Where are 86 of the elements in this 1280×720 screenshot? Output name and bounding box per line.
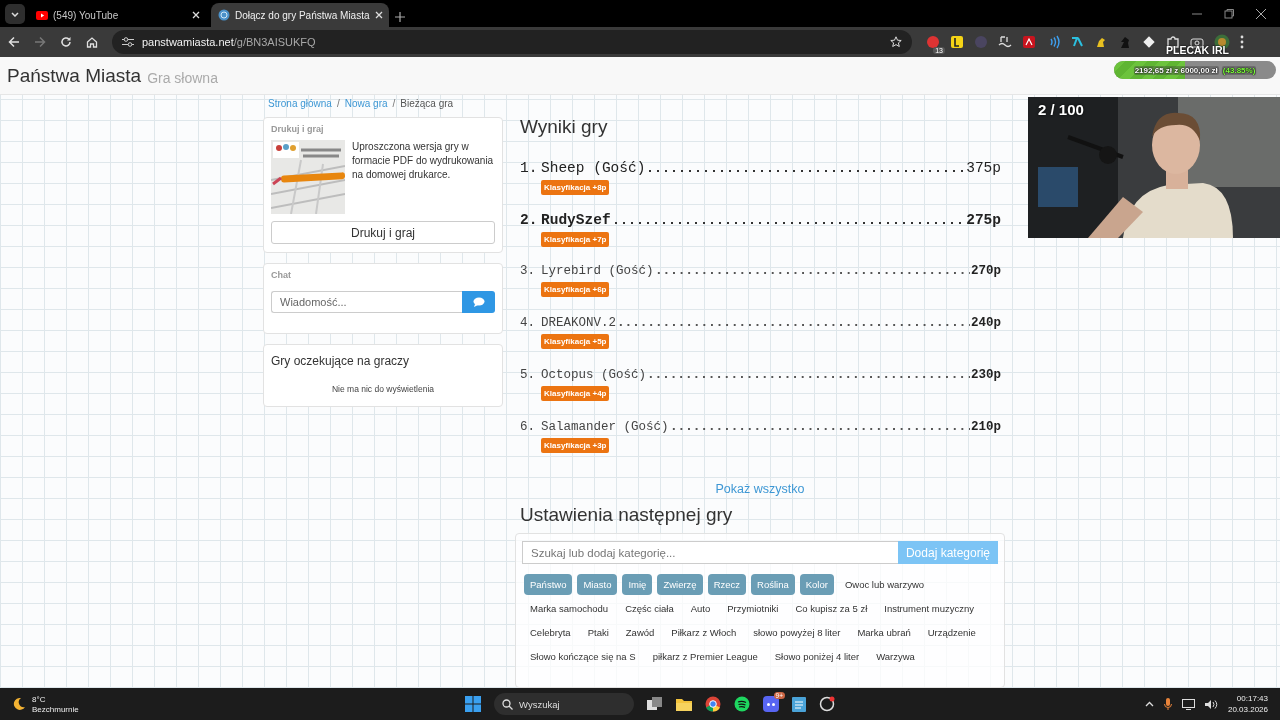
maximize-icon[interactable] (1224, 9, 1234, 19)
counter-text: 2 / 100 (1038, 101, 1084, 118)
category-tag[interactable]: Słowo poniżej 4 liter (768, 646, 866, 667)
horse-icon[interactable] (1094, 35, 1108, 49)
weather-description: Bezchmurnie (32, 704, 79, 714)
browser-tab[interactable]: Dołącz do gry Państwa Miasta (211, 3, 389, 27)
speaker-icon[interactable] (1204, 698, 1218, 710)
microphone-icon[interactable] (1163, 698, 1172, 710)
breadcrumb-item: Bieżąca gra (400, 98, 454, 109)
address-text[interactable]: panstwamiasta.net/g/BN3AISUKFQ (142, 36, 882, 48)
browser-icon[interactable] (705, 696, 721, 712)
empty-message: Nie ma nic do wyświetlenia (330, 384, 435, 394)
category-tag[interactable]: Zawód (619, 622, 661, 643)
category-tag[interactable]: Auto (684, 598, 717, 619)
category-tag[interactable]: piłkarz z Premier League (646, 646, 764, 667)
menu-icon[interactable] (1240, 35, 1244, 49)
goal-label: PLECAK IRL (1166, 44, 1229, 56)
ranking-badge: Klasyfikacja +3p (541, 438, 610, 453)
description-text: Uproszczona wersja gry w formacie PDF do wydrukowania na domowej drukarce. (352, 140, 495, 182)
ranking-badge: Klasyfikacja +6p (541, 282, 610, 297)
clock-time: 00:17:43 (1236, 694, 1268, 703)
category-tag[interactable]: Celebryta (524, 622, 577, 643)
ranking-badge: Klasyfikacja +5p (541, 334, 610, 349)
category-tag[interactable]: Częśc ciała (619, 598, 680, 619)
ranking-badge: Klasyfikacja +8p (541, 180, 610, 195)
tab-list-button[interactable] (5, 4, 25, 24)
music-app-icon[interactable] (734, 696, 750, 712)
category-tag[interactable]: Przymiotniki (721, 598, 785, 619)
breadcrumb-separator: / (336, 98, 340, 109)
back-arrow-icon[interactable] (8, 36, 20, 48)
task-view-icon[interactable] (647, 697, 663, 711)
monitor-icon[interactable] (1181, 698, 1195, 710)
chat-app-icon[interactable] (763, 696, 779, 712)
category-tag[interactable]: Słowo kończące się na S (524, 646, 642, 667)
message-field[interactable]: Wiadomość... (271, 291, 462, 313)
folder-icon[interactable] (676, 697, 692, 711)
video-favicon-icon (36, 10, 48, 20)
plus-icon[interactable] (395, 12, 405, 22)
chevron-up-icon[interactable] (1144, 701, 1154, 707)
result-row: 3. Lyrebird (Gość) 270p (520, 264, 1001, 278)
app-icon[interactable] (819, 696, 835, 712)
home-icon[interactable] (86, 36, 98, 48)
section-heading: Wyniki gry (520, 116, 609, 138)
result-row: 1. Sheep (Gość) 375p (520, 160, 1001, 176)
category-tag[interactable]: Piłkarz z Włoch (665, 622, 743, 643)
category-tag[interactable]: słowo powyżej 8 liter (747, 622, 847, 643)
star-icon[interactable] (890, 36, 902, 48)
category-tag[interactable]: Co kupisz za 5 zł (789, 598, 874, 619)
pdf-icon[interactable] (1022, 35, 1036, 49)
category-tag[interactable]: Warzywa (870, 646, 921, 667)
weather-temperature: 8°C (32, 694, 47, 704)
ranking-badge: Klasyfikacja +7p (541, 232, 610, 247)
site-title[interactable]: Państwa Miasta (7, 64, 142, 87)
tune-icon[interactable] (122, 37, 134, 47)
card-heading: Chat (271, 270, 292, 280)
category-tag[interactable]: Marka samochodu (524, 598, 615, 619)
clock-date: 20.03.2026 (1227, 705, 1268, 714)
taskbar-search-field[interactable]: Wyszukaj (494, 693, 634, 715)
notepad-icon[interactable] (792, 696, 806, 712)
result-row: 5. Octopus (Gość) 230p (520, 368, 1001, 382)
category-search-field[interactable]: Szukaj lub dodaj kategorię... (522, 541, 898, 564)
search-icon (502, 698, 513, 710)
send-button[interactable] (462, 291, 495, 313)
print-button[interactable]: Drukuj i graj (271, 221, 495, 244)
speech-bubble-icon (472, 297, 485, 307)
chevron-icon (11, 11, 19, 17)
site-tagline: Gra słowna (147, 70, 218, 86)
address-bar[interactable]: panstwamiasta.net/g/BN3AISUKFQ (112, 30, 912, 54)
section-heading: Ustawienia następnej gry (520, 504, 734, 526)
category-tag[interactable]: Instrument muzyczny (878, 598, 981, 619)
close-icon[interactable] (1256, 9, 1266, 19)
ranking-badge: Klasyfikacja +4p (541, 386, 610, 401)
result-row: 4. DREAKONV.2 240p (520, 316, 1001, 330)
breadcrumb-separator: / (392, 98, 396, 109)
category-tag[interactable]: Ptaki (581, 622, 615, 643)
result-row: 2. RudySzef 275p (520, 212, 1001, 228)
card-heading: Gry oczekujące na graczy (271, 354, 411, 368)
card-heading: Drukuj i graj (271, 124, 325, 134)
reload-icon[interactable] (60, 36, 72, 48)
result-row: 6. Salamander (Gość) 210p (520, 420, 1001, 434)
moon-icon[interactable] (12, 697, 26, 711)
globe-favicon-icon (218, 9, 230, 21)
category-tag[interactable]: Owoc lub warzywo (838, 574, 931, 595)
category-tag[interactable]: Urządzenie (921, 622, 982, 643)
category-tag[interactable]: Marka ubrań (851, 622, 917, 643)
browser-tab[interactable]: (549) YouTube (29, 3, 207, 27)
